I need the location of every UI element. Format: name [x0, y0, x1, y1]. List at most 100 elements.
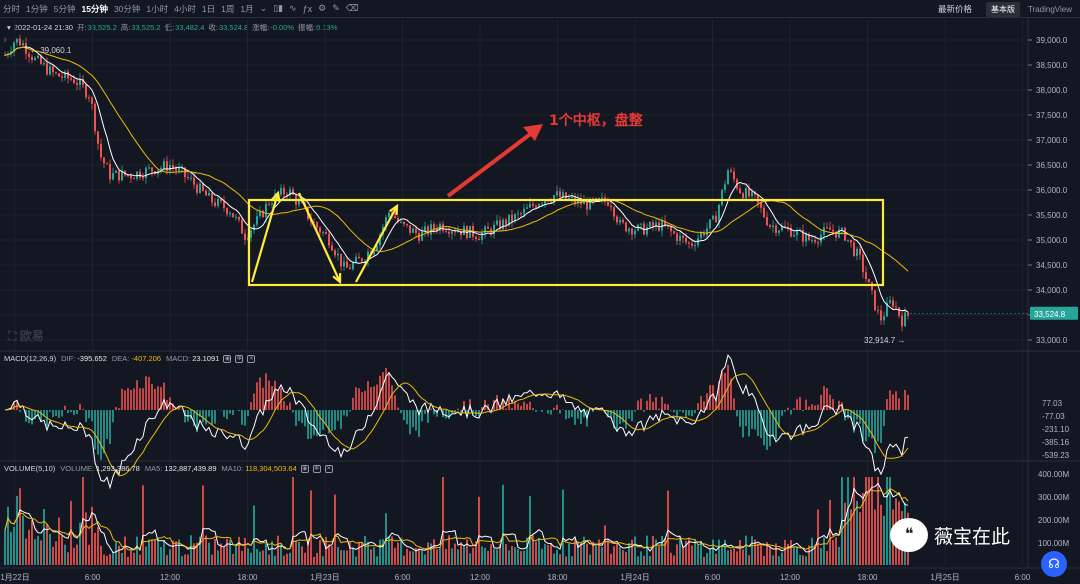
volume-bar — [76, 544, 78, 565]
volume-bar — [772, 555, 774, 565]
candle-body — [898, 307, 900, 316]
volume-bar — [469, 553, 471, 565]
eye-icon[interactable]: ◉ — [300, 464, 309, 473]
gear-icon[interactable]: ✻ — [235, 354, 244, 363]
candle-body — [112, 172, 114, 180]
candle-body — [463, 226, 465, 236]
candle-body — [265, 203, 267, 218]
volume-bar — [67, 552, 69, 565]
volume-bar — [439, 547, 441, 565]
candle-body — [343, 261, 345, 267]
candle-body — [733, 171, 735, 180]
volume-bar — [160, 546, 162, 565]
volume-bar — [187, 554, 189, 565]
exchange-watermark: ⛶ 欧易 — [8, 329, 44, 343]
volume-bar — [244, 537, 246, 565]
volume-bar — [151, 540, 153, 565]
candle-body — [130, 175, 132, 179]
time-tick-label: 6:00 — [1015, 573, 1031, 582]
volume-bar — [37, 535, 39, 565]
volume-bar — [670, 552, 672, 565]
volume-bar — [703, 556, 705, 565]
price-tick-label: 33,000.0 — [1036, 336, 1068, 345]
eye-icon[interactable]: ◉ — [223, 354, 232, 363]
volume-bar — [352, 547, 354, 565]
candle-body — [478, 238, 480, 241]
macd-value: 23.1091 — [192, 354, 220, 363]
candle-body — [688, 242, 690, 244]
candle-body — [214, 202, 216, 206]
volume-bar — [289, 552, 291, 565]
vol-ma10-line — [4, 487, 909, 551]
volume-bar — [781, 552, 783, 565]
volume-bar — [340, 550, 342, 565]
candle-body — [832, 229, 834, 232]
volume-bar — [235, 544, 237, 565]
volume-bar — [493, 548, 495, 565]
candle-body — [355, 256, 357, 263]
volume-tick-label: 300.00M — [1038, 493, 1069, 502]
candle-body — [70, 78, 72, 80]
volume-bar — [790, 540, 792, 565]
volume-bar — [817, 509, 819, 565]
volume-bar — [253, 505, 255, 565]
candle-body — [205, 190, 207, 196]
candle-body — [607, 201, 609, 206]
close-icon[interactable]: ✕ — [247, 354, 256, 363]
high-marker-label: ← 39,060.1 — [30, 46, 72, 55]
candle-body — [772, 225, 774, 227]
candle-body — [31, 56, 33, 61]
candle-body — [775, 225, 777, 233]
candle-body — [49, 66, 51, 75]
candle-body — [706, 228, 708, 236]
candle-body — [565, 192, 567, 199]
volume-bar — [373, 547, 375, 565]
volume-bar — [481, 546, 483, 565]
candle-body — [169, 165, 171, 171]
candles — [4, 34, 909, 332]
candle-body — [613, 207, 615, 217]
candle-body — [421, 231, 423, 241]
candle-body — [283, 187, 285, 195]
volume-bar — [145, 546, 147, 565]
time-tick-label: 1月22日 — [0, 573, 29, 582]
close-icon[interactable]: ✕ — [324, 464, 333, 473]
volume-bar — [478, 496, 480, 565]
volume-bar — [529, 496, 531, 565]
support-headset-icon[interactable]: ☊ — [1041, 551, 1067, 577]
volume-bar — [94, 532, 96, 565]
volume-bar — [715, 553, 717, 565]
gear-icon[interactable]: ✻ — [312, 464, 321, 473]
price-chart[interactable]: 39,000.0 38,500.0 38,000.0 37,500.0 37,000.0… — [0, 0, 1080, 584]
volume-bar — [874, 509, 876, 565]
candle-body — [526, 207, 528, 209]
volume-bar — [43, 509, 45, 565]
price-tick-label: 38,000.0 — [1036, 86, 1068, 95]
volume-bar — [490, 544, 492, 565]
candle-body — [94, 103, 96, 132]
volume-bar — [49, 533, 51, 565]
vol-label: VOLUME: — [60, 464, 95, 473]
volume-bar — [649, 555, 651, 565]
volume-bar — [826, 551, 828, 565]
volume-bar — [337, 547, 339, 565]
watermark-text: 薇宝在此 — [934, 525, 1011, 548]
volume-bar — [604, 525, 606, 565]
volume-bar — [274, 555, 276, 565]
volume-bar — [121, 553, 123, 565]
candle-body — [394, 216, 396, 219]
candle-body — [556, 191, 558, 196]
volume-bar — [382, 539, 384, 565]
volume-bar — [682, 547, 684, 565]
volume-bar — [613, 546, 615, 565]
candle-body — [61, 76, 63, 78]
volume-bar — [55, 541, 57, 565]
volume-bar — [589, 554, 591, 565]
candle-body — [742, 193, 744, 199]
dif-value: -395.652 — [77, 354, 107, 363]
candle-body — [646, 227, 648, 235]
candle-body — [100, 143, 102, 158]
volume-bar — [799, 554, 801, 565]
annotation-text: 1个中枢，盘整 — [549, 113, 643, 129]
volume-bar — [139, 554, 141, 565]
